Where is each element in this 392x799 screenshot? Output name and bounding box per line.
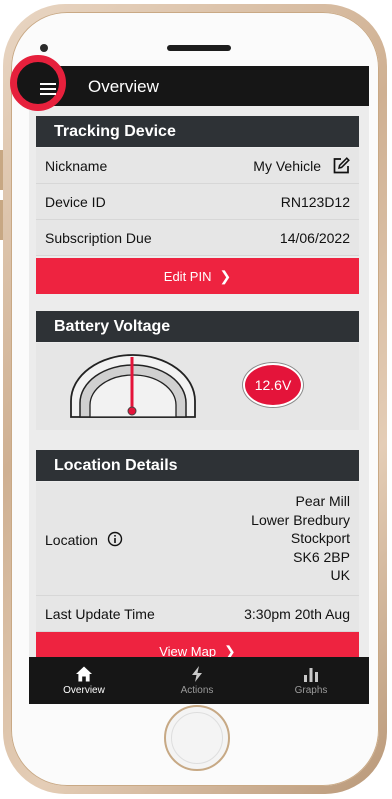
edit-pin-label: Edit PIN	[163, 269, 212, 284]
device-id-row: Device ID RN123D12	[36, 184, 359, 220]
location-row: Location Pear Mill Lower Bredbury Stockp…	[36, 482, 359, 596]
phone-volume-button	[0, 200, 3, 240]
subscription-row: Subscription Due 14/06/2022	[36, 220, 359, 256]
last-update-value: 3:30pm 20th Aug	[244, 606, 350, 622]
bar-chart-icon	[304, 668, 318, 682]
bottom-nav: Overview Actions Graphs	[29, 657, 369, 704]
lightning-icon	[192, 666, 202, 682]
nav-graphs-label: Graphs	[294, 685, 328, 696]
nav-overview[interactable]: Overview	[34, 657, 134, 704]
speaker-grille	[167, 45, 231, 51]
view-map-button[interactable]: View Map ❯	[36, 632, 359, 660]
home-icon	[76, 666, 92, 682]
nav-actions-label: Actions	[180, 685, 214, 696]
device-id-label: Device ID	[45, 194, 106, 210]
home-button[interactable]	[164, 705, 230, 771]
voltage-gauge	[70, 354, 196, 418]
nav-overview-label: Overview	[63, 685, 105, 696]
device-id-value: RN123D12	[280, 194, 350, 210]
address-line: Stockport	[290, 530, 350, 546]
menu-button[interactable]	[10, 55, 66, 111]
address-line: Lower Bredbury	[251, 511, 350, 528]
hamburger-menu-icon[interactable]	[40, 83, 56, 95]
address-line: Pear Mill	[295, 493, 350, 509]
tracking-device-header: Tracking Device	[36, 116, 359, 147]
address-line: UK	[330, 567, 350, 583]
location-details-header: Location Details	[36, 450, 359, 481]
edit-icon[interactable]	[332, 157, 350, 175]
app-bar: Overview	[29, 66, 369, 106]
edit-pin-button[interactable]: Edit PIN ❯	[36, 258, 359, 294]
nav-actions[interactable]: Actions	[147, 657, 247, 704]
last-update-label: Last Update Time	[45, 606, 155, 622]
camera-icon	[40, 44, 48, 52]
nickname-value: My Vehicle	[253, 158, 321, 174]
battery-panel	[36, 343, 359, 430]
chevron-right-icon: ❯	[219, 268, 232, 284]
page-title: Overview	[88, 77, 159, 96]
nickname-label: Nickname	[45, 158, 108, 174]
address-line: SK6 2BP	[293, 548, 350, 565]
subscription-label: Subscription Due	[45, 230, 152, 246]
app-screen: Overview Tracking Device Nickname My Veh…	[29, 66, 369, 704]
info-icon[interactable]	[107, 531, 123, 547]
subscription-value: 14/06/2022	[279, 230, 350, 246]
address-block: Pear Mill Lower Bredbury Stockport SK6 2…	[251, 492, 350, 585]
last-update-row: Last Update Time 3:30pm 20th Aug	[36, 596, 359, 632]
phone-volume-button	[0, 150, 3, 190]
nav-graphs[interactable]: Graphs	[261, 657, 361, 704]
voltage-badge: 12.6V	[243, 363, 303, 407]
location-label: Location	[45, 532, 98, 548]
nickname-row: Nickname My Vehicle	[36, 148, 359, 184]
battery-voltage-header: Battery Voltage	[36, 311, 359, 342]
